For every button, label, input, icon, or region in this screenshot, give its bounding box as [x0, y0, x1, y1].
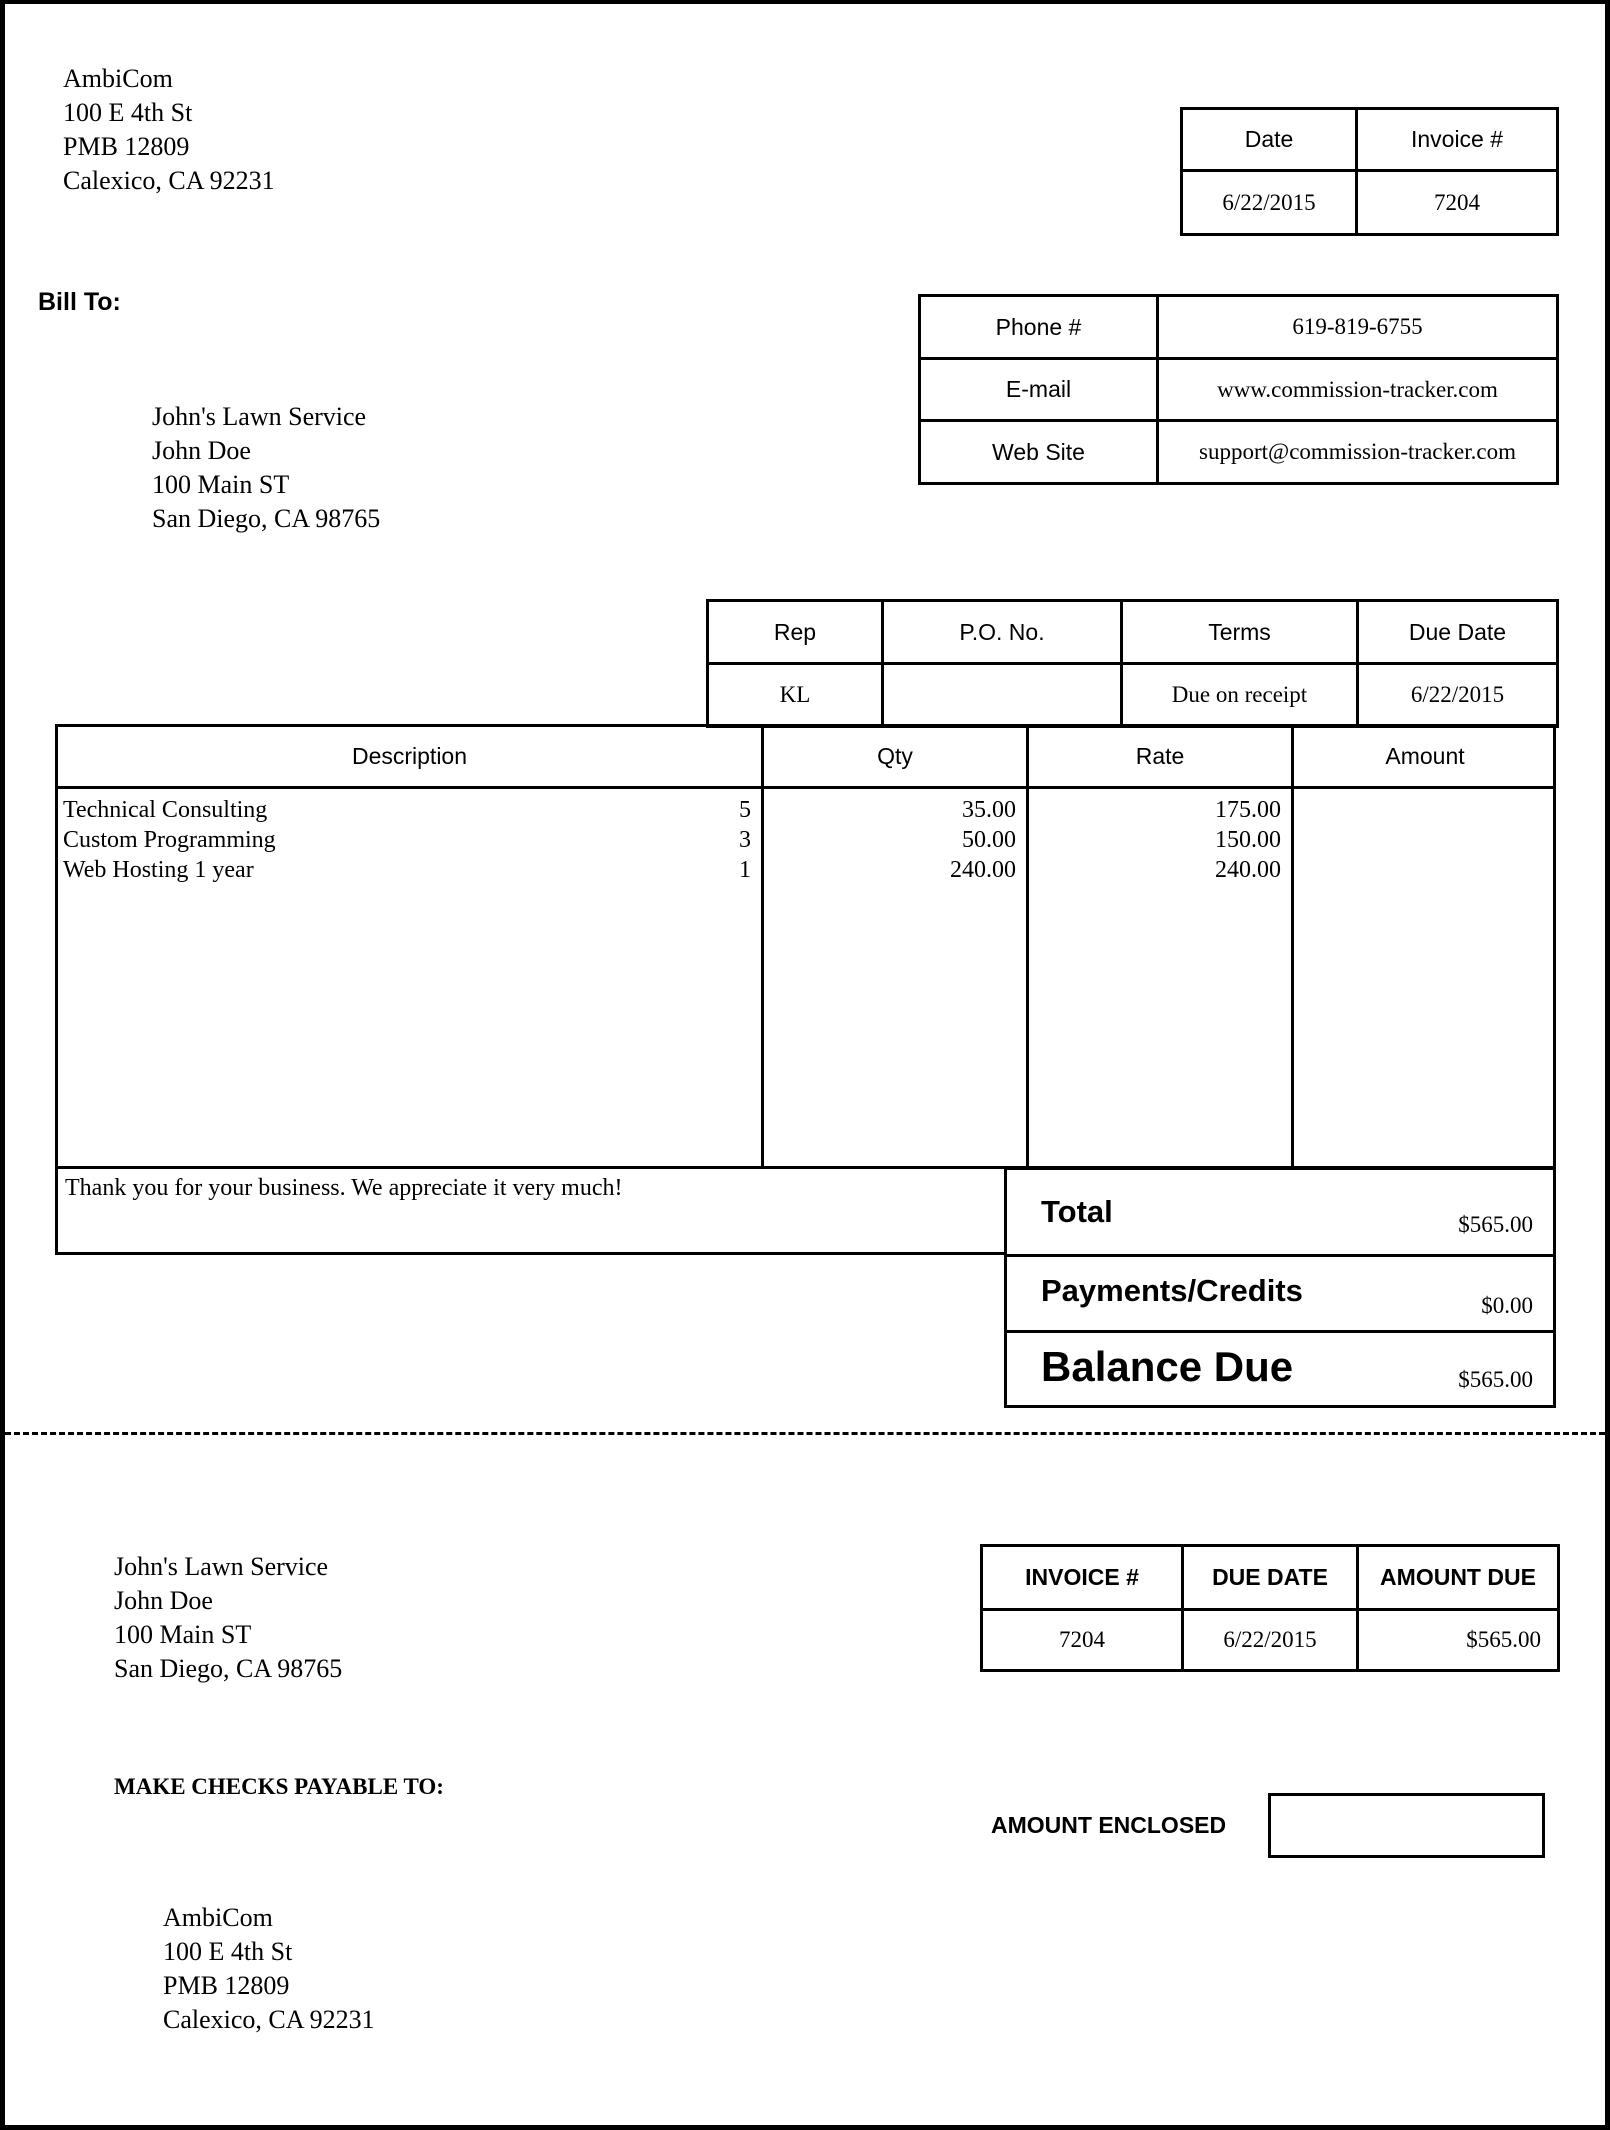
contact-info-table: Phone # 619-819-6755 E-mail www.commissi… — [918, 294, 1559, 485]
due-date-value: 6/22/2015 — [1356, 662, 1559, 728]
balance-due-amount: $565.00 — [1458, 1367, 1533, 1392]
item-qty: 5 — [739, 797, 751, 823]
company-name: AmbiCom — [63, 64, 173, 93]
totals-box: Total $565.00 Payments/Credits $0.00 Bal… — [1004, 1167, 1556, 1408]
balance-due-label: Balance Due — [1041, 1343, 1294, 1390]
invoice-number-header: Invoice # — [1355, 107, 1559, 172]
invoice-number: 7204 — [1355, 169, 1559, 236]
item-amount: 240.00 — [1215, 857, 1281, 883]
due-date-header: Due Date — [1356, 599, 1559, 665]
payments-amount: $0.00 — [1481, 1293, 1533, 1318]
invoice-date: 6/22/2015 — [1180, 169, 1358, 236]
payee-address-line1: 100 E 4th St — [163, 1937, 293, 1966]
item-amount: 175.00 — [1215, 797, 1281, 823]
remit-due-date: 6/22/2015 — [1181, 1608, 1359, 1672]
bill-to-street: 100 Main ST — [152, 470, 290, 499]
make-checks-payable-label: MAKE CHECKS PAYABLE TO: — [114, 1774, 444, 1799]
contact-row-email: E-mail www.commission-tracker.com — [918, 357, 1559, 422]
phone-value: 619-819-6755 — [1156, 294, 1559, 360]
payments-row: Payments/Credits $0.00 — [1007, 1257, 1553, 1333]
table-row: Technical Consulting 5 35.00 175.00 — [58, 795, 1553, 825]
amount-enclosed-label: AMOUNT ENCLOSED — [991, 1812, 1227, 1838]
total-amount: $565.00 — [1458, 1212, 1533, 1237]
item-amount: 150.00 — [1215, 827, 1281, 853]
qty-header: Qty — [877, 743, 913, 769]
item-rate: 50.00 — [962, 827, 1016, 853]
company-address: AmbiCom 100 E 4th St PMB 12809 Calexico,… — [63, 62, 275, 198]
header-divider — [58, 786, 1553, 789]
payee-address: AmbiCom 100 E 4th St PMB 12809 Calexico,… — [163, 1901, 375, 2037]
item-qty: 1 — [739, 857, 751, 883]
item-rate: 240.00 — [950, 857, 1016, 883]
item-rate: 35.00 — [962, 797, 1016, 823]
thank-you-note: Thank you for your business. We apprecia… — [55, 1166, 1007, 1255]
date-header: Date — [1180, 107, 1358, 172]
item-description: Technical Consulting — [63, 797, 268, 823]
item-qty: 3 — [739, 827, 751, 853]
bill-to-city-state-zip: San Diego, CA 98765 — [152, 504, 381, 533]
remit-customer-company: John's Lawn Service — [114, 1552, 329, 1581]
order-info-table: Rep P.O. No. Terms Due Date KL Due on re… — [706, 599, 1559, 728]
payments-label: Payments/Credits — [1041, 1273, 1303, 1308]
table-row: Custom Programming 3 50.00 150.00 — [58, 825, 1553, 855]
phone-label: Phone # — [918, 294, 1159, 360]
item-description: Web Hosting 1 year — [63, 857, 254, 883]
company-address-line2: PMB 12809 — [63, 132, 190, 161]
remit-invoice-number: 7204 — [980, 1608, 1184, 1672]
terms-header: Terms — [1120, 599, 1359, 665]
remit-amount-due-header: AMOUNT DUE — [1356, 1544, 1560, 1611]
remit-invoice-number-header: INVOICE # — [980, 1544, 1184, 1611]
remit-customer-contact: John Doe — [114, 1586, 213, 1615]
remit-customer-street: 100 Main ST — [114, 1620, 252, 1649]
remit-due-date-header: DUE DATE — [1181, 1544, 1359, 1611]
tear-off-line — [5, 1432, 1605, 1435]
invoice-date-number-table: Date Invoice # 6/22/2015 7204 — [1180, 107, 1559, 236]
company-city-state-zip: Calexico, CA 92231 — [63, 166, 275, 195]
remittance-customer-address: John's Lawn Service John Doe 100 Main ST… — [114, 1550, 342, 1686]
bill-to-contact: John Doe — [152, 436, 251, 465]
bill-to-company: John's Lawn Service — [152, 402, 367, 431]
amount-header: Amount — [1385, 743, 1465, 769]
bill-to-label: Bill To: — [38, 288, 121, 316]
total-row: Total $565.00 — [1007, 1170, 1553, 1257]
column-divider — [1291, 727, 1294, 1166]
rep-header: Rep — [706, 599, 884, 665]
remittance-summary-table: INVOICE # DUE DATE AMOUNT DUE 7204 6/22/… — [980, 1544, 1560, 1672]
rate-header: Rate — [1135, 743, 1185, 769]
website-value: support@commission-tracker.com — [1156, 419, 1559, 485]
remit-customer-city-state-zip: San Diego, CA 98765 — [114, 1654, 343, 1683]
remit-amount-due: $565.00 — [1356, 1608, 1560, 1672]
table-row: Web Hosting 1 year 1 240.00 240.00 — [58, 855, 1553, 885]
terms-value: Due on receipt — [1120, 662, 1359, 728]
balance-due-row: Balance Due $565.00 — [1007, 1333, 1553, 1405]
email-label: E-mail — [918, 357, 1159, 422]
line-items-table: Description Qty Rate Amount Technical Co… — [55, 724, 1556, 1169]
contact-row-phone: Phone # 619-819-6755 — [918, 294, 1559, 360]
payee-name: AmbiCom — [163, 1903, 273, 1932]
po-number-value — [881, 662, 1123, 728]
payee-address-line2: PMB 12809 — [163, 1971, 290, 2000]
total-label: Total — [1041, 1194, 1113, 1229]
column-divider — [761, 727, 764, 1166]
line-items: Technical Consulting 5 35.00 175.00 Cust… — [58, 795, 1553, 885]
description-header: Description — [351, 743, 468, 769]
rep-value: KL — [706, 662, 884, 728]
contact-row-website: Web Site support@commission-tracker.com — [918, 419, 1559, 485]
bill-to-address: John's Lawn Service John Doe 100 Main ST… — [152, 400, 380, 536]
email-value: www.commission-tracker.com — [1156, 357, 1559, 422]
company-address-line1: 100 E 4th St — [63, 98, 193, 127]
item-description: Custom Programming — [63, 827, 276, 853]
column-divider — [1026, 727, 1029, 1166]
amount-enclosed-field[interactable] — [1268, 1793, 1545, 1858]
website-label: Web Site — [918, 419, 1159, 485]
payee-city-state-zip: Calexico, CA 92231 — [163, 2005, 375, 2034]
po-number-header: P.O. No. — [881, 599, 1123, 665]
